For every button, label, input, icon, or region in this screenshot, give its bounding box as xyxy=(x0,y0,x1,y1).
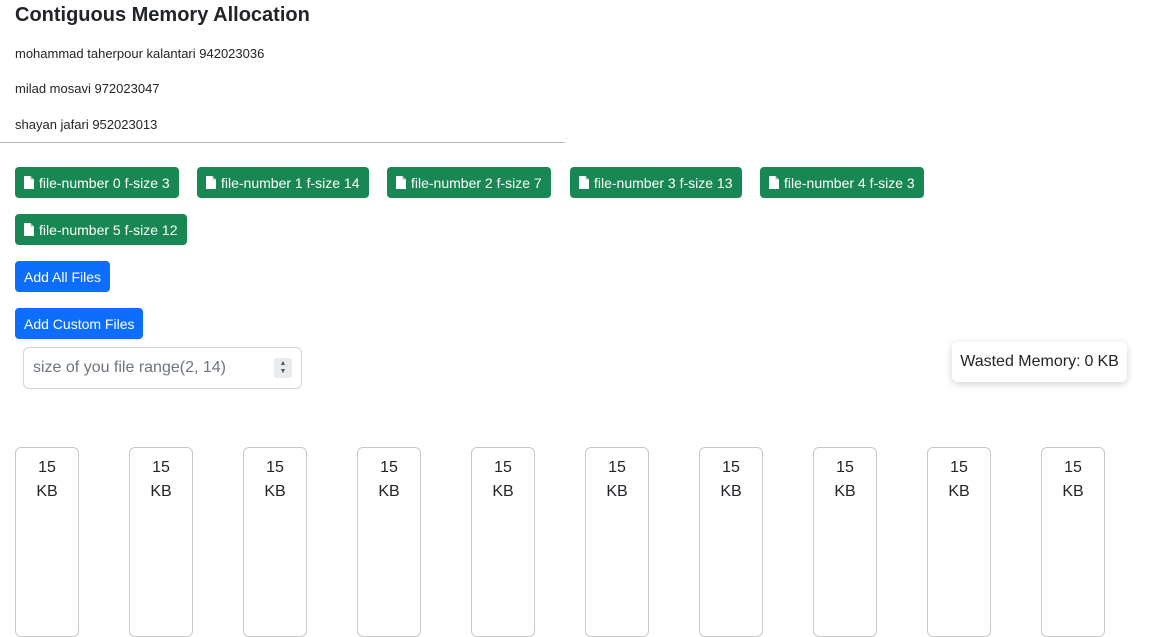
author-line: mohammad taherpour kalantari 942023036 xyxy=(15,46,265,61)
memory-block-unit: KB xyxy=(948,483,970,500)
file-button-label: file-number 5 f-size 12 xyxy=(39,221,178,238)
memory-block-size: 15 xyxy=(722,459,740,476)
memory-block-unit: KB xyxy=(834,483,856,500)
file-button-label: file-number 1 f-size 14 xyxy=(221,174,360,191)
memory-block-unit: KB xyxy=(378,483,400,500)
wasted-memory-panel: Wasted Memory: 0 KB xyxy=(952,342,1127,382)
memory-block: 15 KB xyxy=(357,447,421,637)
memory-block-size: 15 xyxy=(380,459,398,476)
file-button-label: file-number 0 f-size 3 xyxy=(39,174,170,191)
memory-block: 15 KB xyxy=(813,447,877,637)
memory-block-size: 15 xyxy=(152,459,170,476)
memory-block-unit: KB xyxy=(36,483,58,500)
memory-block: 15 KB xyxy=(471,447,535,637)
memory-block: 15 KB xyxy=(927,447,991,637)
file-button-label: file-number 2 f-size 7 xyxy=(411,174,542,191)
author-line: shayan jafari 952023013 xyxy=(15,117,158,132)
header-divider xyxy=(0,142,565,143)
wasted-memory-value: 0 xyxy=(1084,353,1094,370)
add-custom-files-button[interactable]: Add Custom Files xyxy=(15,308,144,339)
memory-block-size: 15 xyxy=(266,459,284,476)
memory-block-unit: KB xyxy=(264,483,286,500)
memory-block: 15 KB xyxy=(1041,447,1105,637)
file-button-5[interactable]: file-number 5 f-size 12 xyxy=(15,214,187,245)
memory-block-unit: KB xyxy=(150,483,172,500)
file-icon xyxy=(579,176,589,189)
file-button-2[interactable]: file-number 2 f-size 7 xyxy=(387,167,551,198)
file-icon xyxy=(769,176,779,189)
memory-block-unit: KB xyxy=(1062,483,1084,500)
memory-block: 15 KB xyxy=(129,447,193,637)
file-button-1[interactable]: file-number 1 f-size 14 xyxy=(197,167,369,198)
add-custom-files-label: Add Custom Files xyxy=(24,315,135,332)
memory-block-unit: KB xyxy=(720,483,742,500)
memory-block-size: 15 xyxy=(38,459,56,476)
spinner-up-icon[interactable]: ▲ xyxy=(280,360,287,368)
memory-block: 15 KB xyxy=(243,447,307,637)
memory-block-size: 15 xyxy=(608,459,626,476)
file-size-input[interactable] xyxy=(23,347,302,389)
page-title: Contiguous Memory Allocation xyxy=(15,4,310,26)
memory-block-size: 15 xyxy=(836,459,854,476)
file-icon xyxy=(396,176,406,189)
add-all-files-button[interactable]: Add All Files xyxy=(15,261,111,292)
file-button-label: file-number 4 f-size 3 xyxy=(784,174,915,191)
file-button-4[interactable]: file-number 4 f-size 3 xyxy=(760,167,924,198)
file-icon xyxy=(24,223,34,236)
memory-block-unit: KB xyxy=(492,483,514,500)
memory-block-unit: KB xyxy=(606,483,628,500)
author-line: milad mosavi 972023047 xyxy=(15,81,160,96)
file-icon xyxy=(206,176,216,189)
file-icon xyxy=(24,176,34,189)
memory-block: 15 KB xyxy=(585,447,649,637)
memory-block-size: 15 xyxy=(1064,459,1082,476)
add-all-files-label: Add All Files xyxy=(24,268,102,285)
number-spinner[interactable]: ▲ ▼ xyxy=(274,358,292,378)
wasted-memory-label: Wasted Memory: xyxy=(960,353,1081,370)
memory-block-size: 15 xyxy=(950,459,968,476)
memory-block-size: 15 xyxy=(494,459,512,476)
spinner-down-icon[interactable]: ▼ xyxy=(280,368,287,376)
file-button-0[interactable]: file-number 0 f-size 3 xyxy=(15,167,179,198)
memory-block: 15 KB xyxy=(15,447,79,637)
file-button-label: file-number 3 f-size 13 xyxy=(594,174,733,191)
memory-block: 15 KB xyxy=(699,447,763,637)
file-button-3[interactable]: file-number 3 f-size 13 xyxy=(570,167,742,198)
wasted-memory-unit: KB xyxy=(1097,353,1119,370)
